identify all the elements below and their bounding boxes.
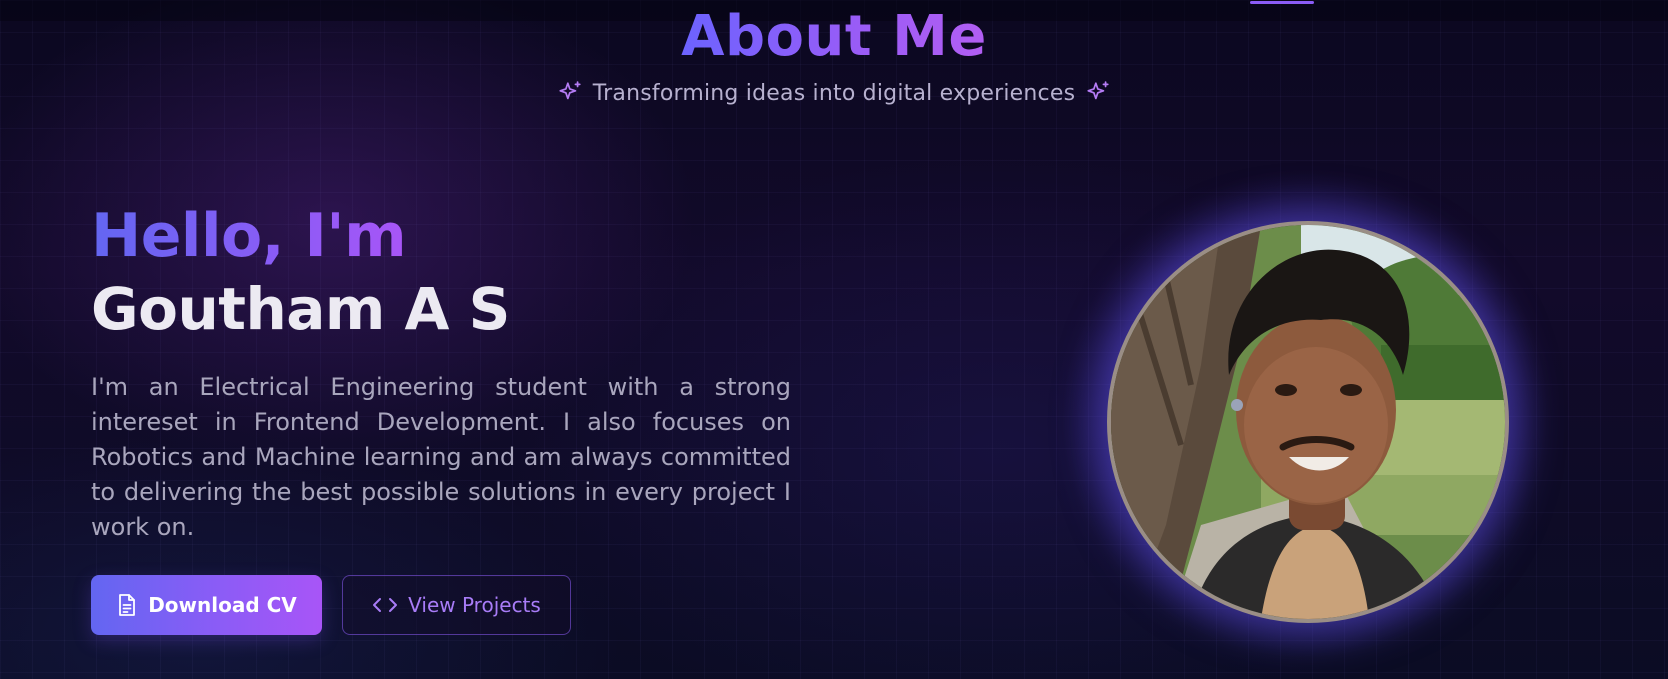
greeting-heading: Hello, I'm: [91, 201, 407, 271]
download-cv-label: Download CV: [148, 593, 297, 617]
download-cv-button[interactable]: Download CV: [91, 575, 322, 635]
bio-paragraph: I'm an Electrical Engineering student wi…: [91, 373, 791, 541]
subtitle-text: Transforming ideas into digital experien…: [592, 80, 1076, 106]
section-subtitle: Transforming ideas into digital experien…: [0, 78, 1668, 108]
section-title: About Me: [681, 9, 987, 63]
view-projects-button[interactable]: View Projects: [342, 575, 571, 635]
code-icon: [372, 595, 398, 615]
view-projects-label: View Projects: [408, 593, 541, 617]
document-icon: [116, 593, 138, 617]
profile-photo: [1107, 221, 1509, 623]
section-heading: About Me: [0, 0, 1668, 63]
name-heading: Goutham A S: [91, 275, 510, 343]
sparkles-icon: [557, 80, 583, 106]
sparkles-icon: [1085, 80, 1111, 106]
